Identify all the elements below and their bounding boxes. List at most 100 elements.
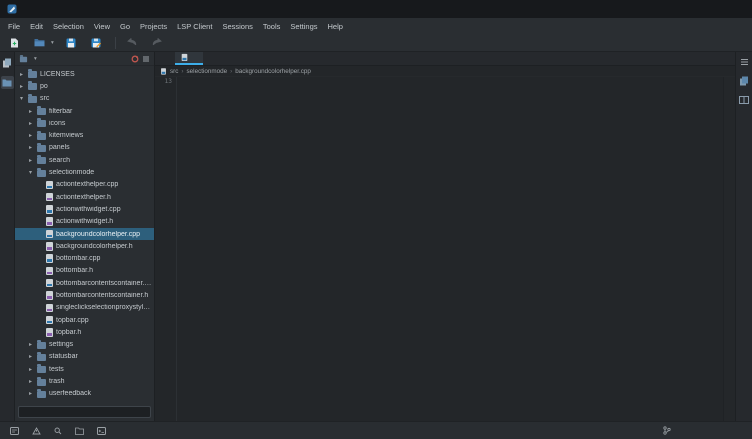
menu-item-lsp-client[interactable]: LSP Client	[172, 22, 217, 31]
menu-item-help[interactable]: Help	[323, 22, 348, 31]
redo-button[interactable]	[147, 36, 170, 49]
git-branch-indicator[interactable]	[659, 426, 678, 435]
undo-button[interactable]	[122, 36, 145, 49]
tree-item-actionwithwidget.cpp[interactable]: actionwithwidget.cpp	[15, 203, 154, 215]
new-tab-button[interactable]	[722, 52, 735, 65]
breadcrumb-item[interactable]: backgroundcolorhelper.cpp	[235, 68, 311, 75]
tree-item-backgroundcolorhelper.h[interactable]: backgroundcolorhelper.h	[15, 240, 154, 252]
expand-arrow-icon[interactable]: ▸	[27, 157, 34, 164]
menu-item-sessions[interactable]: Sessions	[217, 22, 257, 31]
output-button[interactable]	[6, 427, 26, 435]
split-view-icon[interactable]	[738, 93, 751, 106]
code-lines[interactable]	[177, 77, 723, 421]
tree-item-actiontexthelper.cpp[interactable]: actiontexthelper.cpp	[15, 179, 154, 191]
tree-item-label: actiontexthelper.h	[56, 194, 152, 201]
tree-item-bottombar.h[interactable]: bottombar.h	[15, 265, 154, 277]
tree-item-userfeedback[interactable]: ▸userfeedback	[15, 388, 154, 400]
tree-item-label: backgroundcolorhelper.h	[56, 243, 152, 250]
filter-input[interactable]	[18, 406, 151, 418]
history-forward-icon[interactable]	[165, 52, 175, 65]
new-button[interactable]	[5, 36, 27, 50]
project-reload-button[interactable]	[131, 55, 139, 63]
file-icon	[46, 328, 53, 337]
diagnostics-button[interactable]	[28, 427, 48, 435]
breadcrumb-separator: ›	[181, 68, 183, 75]
menu-item-projects[interactable]: Projects	[135, 22, 172, 31]
expand-arrow-icon[interactable]: ▸	[27, 144, 34, 151]
project-selector-caret-icon[interactable]: ▾	[34, 56, 37, 62]
expand-arrow-icon[interactable]: ▸	[27, 341, 34, 348]
menu-item-selection[interactable]: Selection	[48, 22, 89, 31]
tree-item-bottombarcontentscontainer.h[interactable]: bottombarcontentscontainer.h	[15, 289, 154, 301]
menu-item-tools[interactable]: Tools	[258, 22, 286, 31]
menu-item-edit[interactable]: Edit	[25, 22, 48, 31]
tree-item-tests[interactable]: ▸ tests	[15, 363, 154, 375]
tree-item-actionwithwidget.h[interactable]: actionwithwidget.h	[15, 216, 154, 228]
expand-arrow-icon[interactable]: ▸	[27, 366, 34, 373]
tree-item-label: statusbar	[49, 353, 152, 360]
breadcrumb-item[interactable]: selectionmode	[187, 68, 228, 75]
collapse-arrow-icon[interactable]: ▾	[27, 169, 34, 176]
history-back-icon[interactable]	[155, 52, 165, 65]
tree-item-backgroundcolorhelper.cpp[interactable]: backgroundcolorhelper.cpp	[15, 228, 154, 240]
expand-arrow-icon[interactable]: ▸	[27, 108, 34, 115]
tree-item-icons[interactable]: ▸icons	[15, 117, 154, 129]
tree-item-selectionmode[interactable]: ▾ selectionmode	[15, 166, 154, 178]
menu-item-settings[interactable]: Settings	[285, 22, 322, 31]
file-icon	[46, 181, 53, 190]
documents-icon[interactable]	[1, 56, 14, 69]
expand-arrow-icon[interactable]: ▸	[27, 120, 34, 127]
search-button[interactable]	[50, 427, 69, 435]
save-as-button[interactable]	[86, 36, 109, 50]
project-menu-button[interactable]	[142, 55, 150, 63]
code-area[interactable]: 13	[155, 77, 735, 421]
collapse-arrow-icon[interactable]: ▾	[18, 95, 25, 102]
tree-item-label: selectionmode	[49, 169, 152, 176]
breadcrumb: src›selectionmode›backgroundcolorhelper.…	[155, 66, 735, 77]
expand-arrow-icon[interactable]: ▸	[27, 353, 34, 360]
breadcrumb-item[interactable]: src	[170, 68, 178, 75]
tree-item-label: tests	[49, 366, 152, 373]
tab-backgroundcolorhelper[interactable]	[175, 52, 203, 65]
expand-arrow-icon[interactable]: ▸	[27, 132, 34, 139]
tree-item-singleclickselectionproxystyle.h[interactable]: singleclickselectionproxystyle.h	[15, 302, 154, 314]
tree-item-search[interactable]: ▸search	[15, 154, 154, 166]
expand-arrow-icon[interactable]: ▸	[27, 390, 34, 397]
menu-item-go[interactable]: Go	[115, 22, 135, 31]
project-button[interactable]	[71, 427, 91, 435]
tree-item-actiontexthelper.h[interactable]: actiontexthelper.h	[15, 191, 154, 203]
tree-item-panels[interactable]: ▸panels	[15, 142, 154, 154]
tree-item-bottombarcontentscontainer.cpp[interactable]: bottombarcontentscontainer.cpp	[15, 277, 154, 289]
minimap-scrollbar[interactable]	[723, 77, 735, 421]
tree-item-LICENSES[interactable]: ▸LICENSES	[15, 68, 154, 80]
tree-item-filterbar[interactable]: ▸filterbar	[15, 105, 154, 117]
documents-list-icon[interactable]	[738, 74, 751, 87]
file-icon	[46, 316, 53, 325]
tree-item-trash[interactable]: ▸trash	[15, 375, 154, 387]
tree-item-settings[interactable]: ▸settings	[15, 339, 154, 351]
tree-item-statusbar[interactable]: ▸ statusbar	[15, 351, 154, 363]
tree-item-label: topbar.h	[56, 329, 152, 336]
diagnostics-icon	[32, 427, 41, 435]
tree-item-po[interactable]: ▸po	[15, 80, 154, 92]
filter-wrap	[15, 404, 154, 421]
tree-item-src[interactable]: ▾src	[15, 93, 154, 105]
project-panel-header: ▾	[15, 52, 154, 66]
expand-arrow-icon[interactable]: ▸	[27, 378, 34, 385]
tree-item-kitemviews[interactable]: ▸kitemviews	[15, 129, 154, 141]
menu-item-file[interactable]: File	[3, 22, 25, 31]
open-button[interactable]: ▾	[29, 36, 59, 49]
menu-item-view[interactable]: View	[89, 22, 115, 31]
terminal-button[interactable]	[93, 427, 113, 435]
save-button[interactable]	[61, 36, 84, 50]
tabs-menu-icon[interactable]	[738, 55, 751, 68]
expand-arrow-icon[interactable]: ▸	[18, 83, 25, 90]
folder-icon	[37, 157, 46, 164]
expand-arrow-icon[interactable]: ▸	[18, 71, 25, 78]
tree-item-topbar.h[interactable]: topbar.h	[15, 326, 154, 338]
projects-icon[interactable]	[1, 76, 14, 89]
tree-item-topbar.cpp[interactable]: topbar.cpp	[15, 314, 154, 326]
output-icon	[10, 427, 19, 435]
folder-icon	[37, 391, 46, 398]
tree-item-bottombar.cpp[interactable]: bottombar.cpp	[15, 252, 154, 264]
